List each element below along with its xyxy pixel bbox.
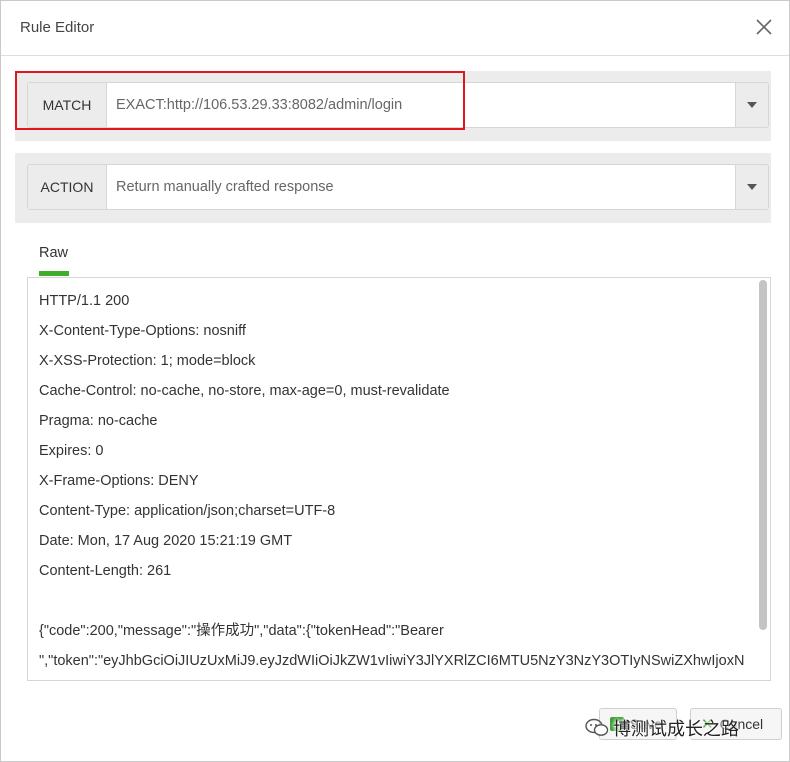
caret-down-icon [747,184,757,190]
raw-lines: HTTP/1.1 200 X-Content-Type-Options: nosn… [39,286,754,676]
wechat-icon [585,718,609,736]
raw-line: Pragma: no-cache [39,413,158,429]
editor-scrollbar[interactable] [759,280,767,630]
tab-active-indicator [39,271,69,276]
tab-raw[interactable]: Raw [27,245,80,276]
raw-line: X-Content-Type-Options: nosniff [39,323,246,339]
raw-line: Expires: 0 [39,443,104,459]
raw-line: {"code":200,"message":"操作成功","data":{"to… [39,623,444,639]
match-value[interactable]: EXACT:http://106.53.29.33:8082/admin/log… [116,83,728,127]
raw-line [39,586,754,616]
action-label: ACTION [28,165,107,209]
caret-down-icon [747,102,757,108]
raw-response-editor[interactable]: HTTP/1.1 200 X-Content-Type-Options: nosn… [27,277,771,681]
action-dropdown-button[interactable] [735,165,768,209]
match-label: MATCH [28,83,107,127]
raw-line: X-Frame-Options: DENY [39,473,199,489]
action-row: ACTION Return manually crafted response [15,153,771,223]
rule-editor-dialog: Rule Editor MATCH EXACT:http://106.53.29… [0,0,790,762]
tab-raw-label: Raw [39,245,69,261]
tab-bar: Raw [27,237,769,278]
action-value[interactable]: Return manually crafted response [116,165,728,209]
raw-line: ","token":"eyJhbGciOiJIUzUxMiJ9.eyJzdWIi… [39,653,745,669]
match-dropdown-button[interactable] [735,83,768,127]
title-bar: Rule Editor [1,1,789,56]
raw-line: Cache-Control: no-cache, no-store, max-a… [39,383,450,399]
watermark-text: 博测试成长之路 [613,719,739,740]
match-row: MATCH EXACT:http://106.53.29.33:8082/adm… [15,71,771,141]
raw-line: X-XSS-Protection: 1; mode=block [39,353,256,369]
raw-line: HTTP/1.1 200 [39,293,130,309]
watermark: 博测试成长之路 [585,713,739,743]
raw-line: Content-Length: 261 [39,563,172,579]
raw-line: Date: Mon, 17 Aug 2020 15:21:19 GMT [39,533,293,549]
close-icon[interactable] [753,16,775,38]
match-field[interactable]: MATCH EXACT:http://106.53.29.33:8082/adm… [27,82,769,128]
window-title: Rule Editor [20,19,95,36]
raw-line: Content-Type: application/json;charset=U… [39,503,336,519]
action-field[interactable]: ACTION Return manually crafted response [27,164,769,210]
